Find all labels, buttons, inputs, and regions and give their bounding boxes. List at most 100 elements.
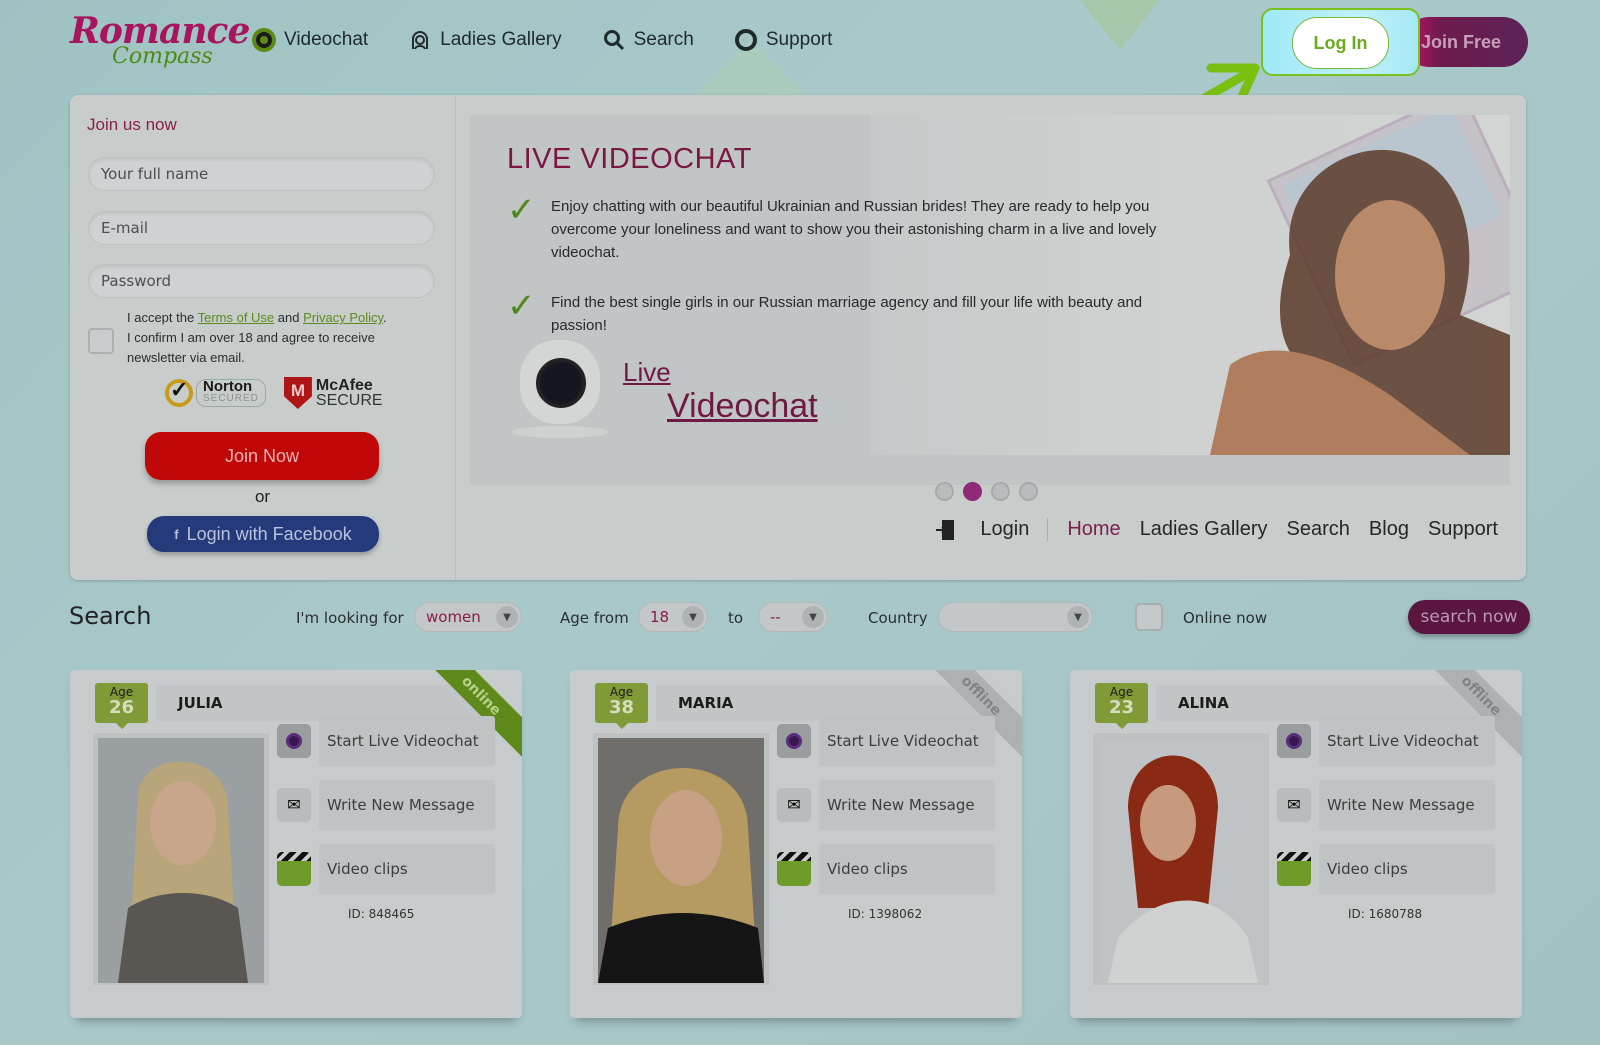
chevron-down-icon: ▼	[1067, 606, 1089, 628]
join-now-button[interactable]: Join Now	[145, 432, 379, 480]
norton-check-icon	[165, 377, 193, 407]
videochat-camera-icon	[1277, 724, 1311, 758]
privacy-policy-link[interactable]: Privacy Policy	[303, 310, 383, 325]
clapperboard-icon	[777, 852, 811, 886]
join-form: Join us now I accept the Terms of Use an…	[70, 95, 456, 580]
slider-dot-3[interactable]	[991, 482, 1010, 501]
profile-photo-frame[interactable]	[93, 733, 269, 985]
login-door-icon	[936, 519, 955, 540]
terms-text: I accept the Terms of Use and Privacy Po…	[127, 308, 427, 368]
clapperboard-icon	[1277, 852, 1311, 886]
search-bar: Search I'm looking for women ▼ Age from …	[68, 600, 1530, 640]
hero-slider: LIVE VIDEOCHAT ✓ Enjoy chatting with our…	[470, 115, 1510, 485]
video-clips-label: Video clips	[319, 844, 495, 894]
looking-for-select[interactable]: women ▼	[414, 602, 522, 632]
nav-support-label: Support	[765, 29, 833, 50]
email-input[interactable]	[88, 211, 435, 245]
join-free-button[interactable]: Join Free	[1404, 17, 1528, 67]
profile-photo-frame[interactable]	[1093, 733, 1269, 985]
slider-dot-1[interactable]	[935, 482, 954, 501]
subnav-ladies-gallery[interactable]: Ladies Gallery	[1140, 518, 1268, 541]
live-videochat-link-line2[interactable]: Videochat	[667, 387, 818, 426]
profile-card: Age 23 ALINA offline Start Live Videochat…	[1070, 670, 1522, 1018]
mcafee-shield-icon: M	[283, 377, 312, 409]
envelope-icon: ✉	[777, 788, 811, 822]
write-message-button[interactable]: ✉ Write New Message	[277, 780, 495, 830]
start-videochat-button[interactable]: Start Live Videochat	[1277, 716, 1495, 766]
security-badges: NortonSECURED M McAfeeSECURE	[165, 377, 383, 409]
country-label: Country	[868, 609, 928, 627]
chevron-down-icon: ▼	[802, 606, 824, 628]
online-now-checkbox[interactable]	[1135, 603, 1163, 631]
looking-for-label: I'm looking for	[296, 609, 404, 627]
live-videochat-link-line1[interactable]: Live	[623, 357, 671, 388]
age-to-select[interactable]: -- ▼	[758, 602, 828, 632]
chevron-down-icon: ▼	[496, 606, 518, 628]
facebook-icon: f	[174, 526, 179, 542]
hero-woman-image	[1210, 149, 1510, 455]
write-message-button[interactable]: ✉ Write New Message	[777, 780, 995, 830]
age-value: 38	[608, 697, 635, 718]
profile-photo	[1098, 738, 1264, 983]
nav-support[interactable]: Support	[734, 28, 833, 52]
subnav-login[interactable]: Login	[936, 518, 1049, 541]
nav-videochat[interactable]: Videochat	[252, 28, 368, 52]
write-message-label: Write New Message	[819, 780, 995, 830]
videochat-icon	[252, 28, 276, 52]
envelope-icon: ✉	[277, 788, 311, 822]
start-videochat-button[interactable]: Start Live Videochat	[777, 716, 995, 766]
search-now-button[interactable]: search now	[1408, 600, 1530, 634]
norton-sub: SECURED	[203, 393, 259, 404]
search-icon	[602, 28, 626, 52]
subnav-search[interactable]: Search	[1287, 518, 1350, 541]
terms-of-use-link[interactable]: Terms of Use	[198, 310, 275, 325]
terms-confirm-text: I confirm I am over 18 and agree to rece…	[127, 330, 375, 365]
subnav-support[interactable]: Support	[1428, 518, 1498, 541]
video-clips-button[interactable]: Video clips	[277, 844, 495, 894]
subnav-home[interactable]: Home	[1067, 518, 1120, 541]
hero-bullet: ✓ Find the best single girls in our Russ…	[507, 289, 1181, 337]
age-badge: Age 26	[95, 683, 148, 729]
login-button[interactable]: Log In	[1292, 17, 1389, 69]
video-clips-button[interactable]: Video clips	[777, 844, 995, 894]
write-message-button[interactable]: ✉ Write New Message	[1277, 780, 1495, 830]
hero-bullet-text: Enjoy chatting with our beautiful Ukrain…	[551, 198, 1157, 261]
age-value: 23	[1108, 697, 1135, 718]
full-name-input[interactable]	[88, 157, 435, 191]
search-now-label: search now	[1420, 607, 1518, 627]
nav-search[interactable]: Search	[602, 28, 694, 52]
age-from-label: Age from	[560, 609, 629, 627]
site-logo[interactable]: Romance Compass	[70, 10, 250, 72]
nav-ladies-gallery-label: Ladies Gallery	[440, 29, 562, 50]
login-label: Log In	[1313, 32, 1368, 53]
hero-image	[870, 115, 1510, 455]
video-clips-label: Video clips	[1319, 844, 1495, 894]
write-message-label: Write New Message	[319, 780, 495, 830]
age-from-select[interactable]: 18 ▼	[638, 602, 708, 632]
profile-photo-frame[interactable]	[593, 733, 769, 985]
videochat-camera-icon	[277, 724, 311, 758]
start-videochat-button[interactable]: Start Live Videochat	[277, 716, 495, 766]
terms-checkbox[interactable]	[88, 328, 114, 354]
slider-dot-2[interactable]	[963, 482, 982, 501]
age-value: 26	[108, 697, 135, 718]
looking-for-value: women	[426, 608, 481, 626]
subnav-blog[interactable]: Blog	[1369, 518, 1409, 541]
age-badge: Age 38	[595, 683, 648, 729]
country-select[interactable]: ▼	[938, 602, 1093, 632]
slider-dot-4[interactable]	[1019, 482, 1038, 501]
video-clips-button[interactable]: Video clips	[1277, 844, 1495, 894]
facebook-login-button[interactable]: f Login with Facebook	[147, 516, 379, 552]
terms-prefix: I accept the	[127, 310, 198, 325]
join-now-label: Join Now	[224, 445, 300, 466]
profile-photo	[598, 738, 764, 983]
profile-id: ID: 848465	[348, 907, 415, 921]
secondary-nav: Login Home Ladies Gallery Search Blog Su…	[936, 518, 1498, 541]
nav-ladies-gallery[interactable]: Ladies Gallery	[408, 28, 562, 52]
start-videochat-label: Start Live Videochat	[1319, 716, 1495, 766]
start-videochat-label: Start Live Videochat	[819, 716, 995, 766]
start-videochat-label: Start Live Videochat	[319, 716, 495, 766]
facebook-login-label: Login with Facebook	[186, 523, 352, 544]
mcafee-sub: SECURE	[315, 392, 383, 409]
password-input[interactable]	[88, 264, 435, 298]
